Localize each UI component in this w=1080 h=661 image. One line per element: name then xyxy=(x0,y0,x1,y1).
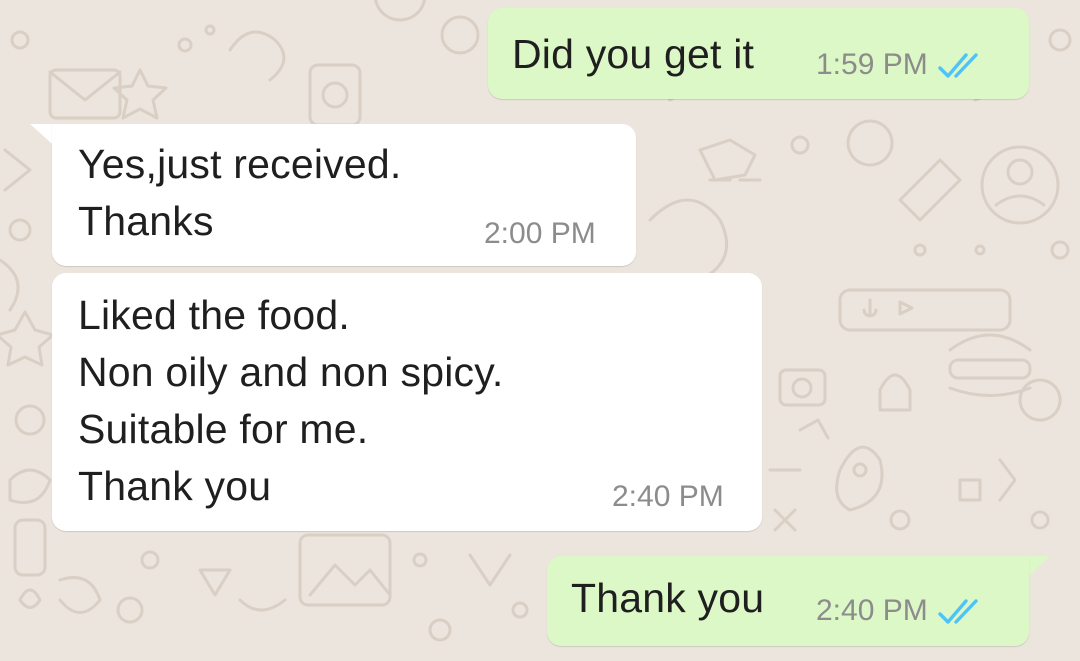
outgoing-message-bubble[interactable]: Thank you 2:40 PM xyxy=(547,556,1029,646)
message-meta: 1:59 PM xyxy=(816,48,986,82)
message-meta: 2:40 PM xyxy=(816,594,986,628)
outgoing-message-bubble[interactable]: Did you get it 1:59 PM xyxy=(488,8,1029,99)
incoming-message-bubble[interactable]: Liked the food. Non oily and non spicy. … xyxy=(52,273,762,531)
double-check-read-icon xyxy=(938,599,978,624)
message-meta: 2:00 PM xyxy=(484,217,596,251)
message-timestamp: 2:40 PM xyxy=(612,480,724,513)
message-text: Liked the food. Non oily and non spicy. … xyxy=(78,292,504,509)
double-check-read-icon xyxy=(938,53,978,78)
message-meta: 2:40 PM xyxy=(612,480,724,514)
message-timestamp: 2:40 PM xyxy=(816,594,928,627)
incoming-message-bubble[interactable]: Yes,just received. Thanks 2:00 PM xyxy=(52,124,636,266)
message-text: Yes,just received. Thanks xyxy=(78,141,402,244)
message-text: Thank you xyxy=(571,575,765,621)
message-timestamp: 2:00 PM xyxy=(484,217,596,250)
message-text: Did you get it xyxy=(512,31,755,77)
message-timestamp: 1:59 PM xyxy=(816,48,928,81)
